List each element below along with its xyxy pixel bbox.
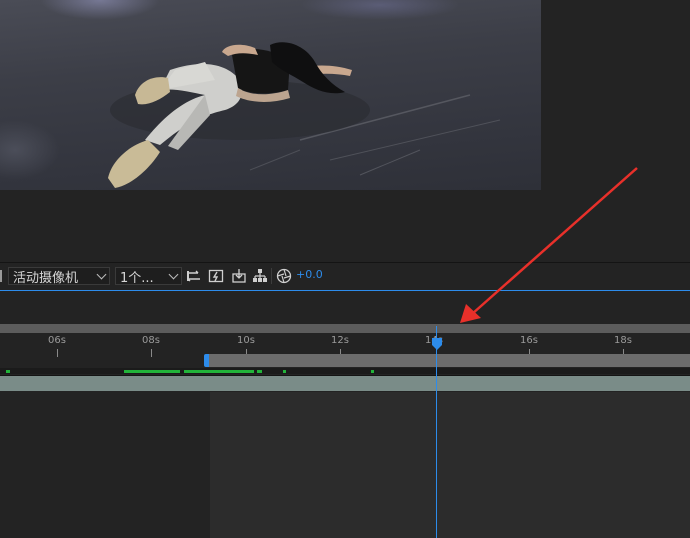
work-area-bar[interactable] [207, 354, 690, 367]
views-select[interactable]: 1个... [115, 267, 182, 286]
ruler-label: 10s [237, 335, 255, 346]
cache-segment [371, 370, 374, 373]
cache-segment [124, 370, 180, 373]
viewer-background [0, 190, 690, 262]
toolbar-divider [271, 268, 272, 284]
camera-select-value: 活动摄像机 [13, 270, 79, 286]
ruler-tick [151, 349, 152, 357]
cache-segment [257, 370, 262, 373]
chevron-down-icon [168, 269, 179, 280]
current-time-indicator-head[interactable] [431, 338, 443, 350]
exposure-value[interactable]: +0.0 [296, 268, 323, 281]
ruler-label: 16s [520, 335, 538, 346]
work-area-start-handle[interactable] [204, 354, 209, 367]
viewer-toolbar: 活动摄像机 1个... +0.0 [0, 262, 690, 289]
cache-segment [184, 370, 254, 373]
channels-icon[interactable] [252, 268, 268, 284]
chevron-down-icon [96, 269, 107, 280]
render-cache-strip [0, 368, 690, 374]
cache-segment [6, 370, 10, 373]
panel-focus-indicator [0, 290, 690, 291]
cache-segment [283, 370, 286, 373]
views-select-value: 1个... [120, 270, 154, 286]
toolbar-divider [0, 270, 2, 282]
reset-exposure-icon[interactable] [276, 268, 292, 284]
ruler-label: 18s [614, 335, 632, 346]
video-frame-dancer [108, 42, 501, 188]
ruler-label: 06s [48, 335, 66, 346]
layer-duration-bar[interactable] [0, 376, 690, 391]
ruler-label: 12s [331, 335, 349, 346]
snapshot-icon[interactable] [208, 268, 224, 284]
timeline-track-area-outside-work[interactable] [210, 392, 690, 538]
time-navigator-bar[interactable] [0, 324, 690, 333]
region-icon[interactable] [231, 268, 247, 284]
camera-select[interactable]: 活动摄像机 [8, 267, 110, 286]
ruler-tick [57, 349, 58, 357]
resolution-icon[interactable] [186, 268, 202, 284]
composition-viewer[interactable] [0, 0, 541, 190]
ruler-label: 08s [142, 335, 160, 346]
current-time-indicator-line[interactable] [436, 326, 437, 538]
timeline-track-area[interactable] [0, 392, 210, 538]
